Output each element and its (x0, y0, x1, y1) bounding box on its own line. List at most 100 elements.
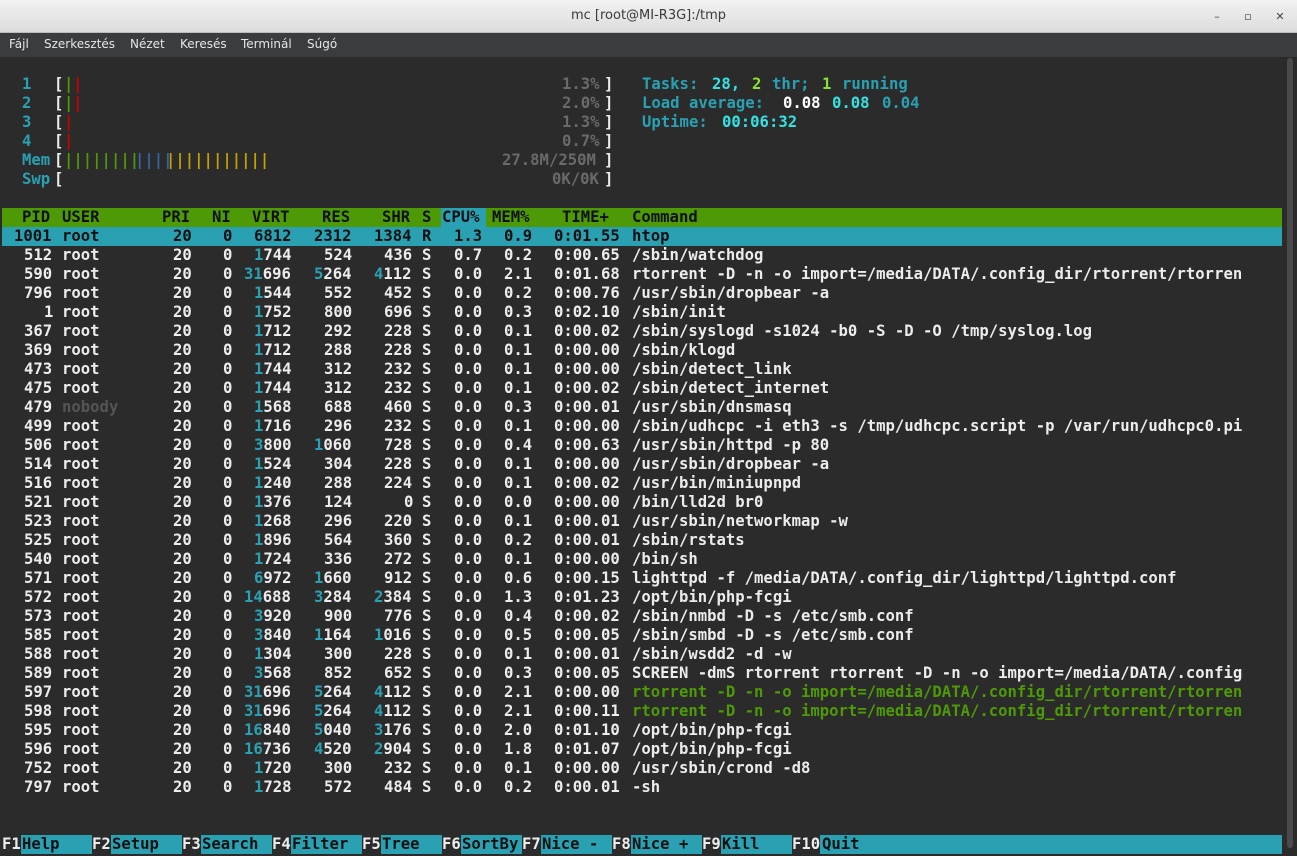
fkey-search-button[interactable]: F3 Search (182, 835, 282, 854)
col-virt[interactable]: VIRT (252, 208, 290, 227)
table-row[interactable]: 1001 20 0 6812 2312 1384 1.3 0.9 0:01.55 root Rhto… (2, 227, 1282, 246)
fkey-filter-button[interactable]: F4 Filter (272, 835, 372, 854)
table-row[interactable]: 525 20 0 1896 564 360 0.0 0.2 0:00.01 root S/sbin/… (2, 531, 1282, 550)
fkey-help-button[interactable]: F1 Help (2, 835, 102, 854)
table-row[interactable]: 585 20 0 3840 1164 1016 0.0 0.5 0:00.05 root S/sbi… (2, 626, 1282, 645)
cell-cpu: 0.0 (454, 493, 483, 511)
table-row[interactable]: 595 20 0 16840 5040 3176 0.0 2.0 0:01.10 root S/op… (2, 721, 1282, 740)
close-icon[interactable]: ✕ (1273, 10, 1287, 24)
cell-command: /usr/sbin/dropbear -a (632, 455, 830, 473)
col-command[interactable]: Command (632, 208, 698, 227)
col-time[interactable]: TIME+ (562, 208, 609, 227)
cell-command: lighttpd -f /media/DATA/.config_dir/ligh… (632, 569, 1177, 587)
menu-search[interactable]: Keresés (180, 37, 227, 51)
terminal-scrollbar[interactable] (1287, 58, 1293, 848)
col-res[interactable]: RES (322, 208, 350, 227)
menu-help[interactable]: Súgó (307, 37, 337, 51)
cell-cpu: 0.0 (454, 474, 483, 492)
col-state[interactable]: S (422, 208, 431, 227)
cell-ni: 0 (223, 607, 233, 625)
table-row[interactable]: 499 20 0 1716 296 232 0.0 0.1 0:00.00 root S/sbin/… (2, 417, 1282, 436)
fkey-kill-button[interactable]: F9 Kill (702, 835, 802, 854)
table-row[interactable]: 597 20 0 31696 5264 4112 0.0 2.1 0:00.00 root Srto… (2, 683, 1282, 702)
maximize-icon[interactable]: ▫ (1241, 10, 1255, 24)
cell-time: 0:00.00 (554, 550, 620, 568)
cell-shr: 652 (384, 664, 413, 682)
cell-user: root (62, 645, 100, 663)
cell-ni: 0 (223, 721, 233, 739)
table-row[interactable]: 571 20 0 6972 1660 912 0.0 0.6 0:00.15 root Slight… (2, 569, 1282, 588)
fkey-label: SortBy (462, 835, 519, 853)
column-headers[interactable]: PID USER PRI NI VIRT RES SHR S CPU% MEM%… (2, 208, 1282, 227)
menu-edit[interactable]: Szerkesztés (44, 37, 115, 51)
col-pri[interactable]: PRI (162, 208, 190, 227)
table-row[interactable]: 521 20 0 1376 124 0 0.0 0.0 0:00.00 root S/bin/lld… (2, 493, 1282, 512)
fkey-nice-button[interactable]: F8 Nice + (612, 835, 712, 854)
col-user[interactable]: USER (62, 208, 100, 227)
table-row[interactable]: 367 20 0 1712 292 228 0.0 0.1 0:00.02 root S/sbin/… (2, 322, 1282, 341)
cell-time: 0:00.65 (554, 246, 620, 264)
table-row[interactable]: 514 20 0 1524 304 228 0.0 0.1 0:00.00 root S/usr/s… (2, 455, 1282, 474)
cell-pid: 598 (24, 702, 53, 720)
cell-res: 5264 (314, 683, 352, 701)
cell-shr: 228 (384, 322, 413, 340)
col-mem[interactable]: MEM% (492, 208, 530, 227)
col-ni[interactable]: NI (212, 208, 231, 227)
menu-terminal[interactable]: Terminál (241, 37, 292, 51)
load-average-line: Load average: 0.08 0.08 0.04 (642, 94, 920, 112)
table-row[interactable]: 590 20 0 31696 5264 4112 0.0 2.1 0:01.68 root Srto… (2, 265, 1282, 284)
cell-mem: 0.9 (504, 227, 533, 245)
table-row[interactable]: 475 20 0 1744 312 232 0.0 0.1 0:00.02 root S/sbin/… (2, 379, 1282, 398)
table-row[interactable]: 1 20 0 1752 800 696 0.0 0.3 0:02.10 root S/sbin/in… (2, 303, 1282, 322)
table-row[interactable]: 589 20 0 3568 852 652 0.0 0.3 0:00.05 root S SCREEN… (2, 664, 1282, 683)
cell-pri: 20 (173, 379, 192, 397)
table-row[interactable]: 596 20 0 16736 4520 2904 0.0 1.8 0:01.07 root S/op… (2, 740, 1282, 759)
cell-command: rtorrent -D -n -o import=/media/DATA/.co… (632, 265, 1243, 283)
table-row[interactable]: 512 20 0 1744 524 436 0.7 0.2 0:00.65 root S/sbin/… (2, 246, 1282, 265)
cell-res: 312 (324, 360, 353, 378)
menu-view[interactable]: Nézet (130, 37, 165, 51)
cell-shr: 1016 (374, 626, 412, 644)
fkey-nice-button[interactable]: F7 Nice - (522, 835, 622, 854)
cell-state: S (422, 531, 432, 549)
fkey-label: Nice - (542, 835, 599, 853)
col-pid[interactable]: PID (22, 208, 50, 227)
cell-shr: 728 (384, 436, 413, 454)
table-row[interactable]: 573 20 0 3920 900 776 0.0 0.4 0:00.02 root S/sbin/… (2, 607, 1282, 626)
table-row[interactable]: 523 20 0 1268 296 220 0.0 0.1 0:00.01 root S/usr/s… (2, 512, 1282, 531)
table-row[interactable]: 598 20 0 31696 5264 4112 0.0 2.1 0:00.11 root Srto… (2, 702, 1282, 721)
table-row[interactable]: 797 20 0 1728 572 484 0.0 0.2 0:00.01 root S -sh (2, 778, 1282, 797)
cell-state: R (422, 227, 432, 245)
col-shr[interactable]: SHR (382, 208, 410, 227)
cell-state: S (422, 284, 432, 302)
table-row[interactable]: 572 20 0 14688 3284 2384 0.0 1.3 0:01.23 root S/op… (2, 588, 1282, 607)
cell-ni: 0 (223, 664, 233, 682)
cell-state: S (422, 721, 432, 739)
cell-pid: 752 (24, 759, 53, 777)
menu-file[interactable]: Fájl (9, 37, 29, 51)
col-cpu[interactable]: CPU% (442, 208, 480, 227)
cell-state: S (422, 436, 432, 454)
table-row[interactable]: 540 20 0 1724 336 272 0.0 0.1 0:00.00 root S/bin/s… (2, 550, 1282, 569)
table-row[interactable]: 796 20 0 1544 552 452 0.0 0.2 0:00.76 root S/usr/s… (2, 284, 1282, 303)
table-row[interactable]: 479 20 0 1568 688 460 0.0 0.3 0:00.01 nobody S/usr… (2, 398, 1282, 417)
minimize-icon[interactable]: – (1210, 10, 1224, 24)
cell-ni: 0 (223, 474, 233, 492)
cell-time: 0:00.15 (554, 569, 620, 587)
cell-ni: 0 (223, 702, 233, 720)
table-row[interactable]: 473 20 0 1744 312 232 0.0 0.1 0:00.00 root S/sbin/… (2, 360, 1282, 379)
cell-ni: 0 (223, 341, 233, 359)
table-row[interactable]: 588 20 0 1304 300 228 0.0 0.1 0:00.01 root S/sbin/… (2, 645, 1282, 664)
table-row[interactable]: 752 20 0 1720 300 232 0.0 0.1 0:00.00 root S/usr/s… (2, 759, 1282, 778)
table-row[interactable]: 506 20 0 3800 1060 728 0.0 0.4 0:00.63 root S/usr/… (2, 436, 1282, 455)
cell-pid: 585 (24, 626, 53, 644)
cell-time: 0:00.00 (554, 455, 620, 473)
table-row[interactable]: 369 20 0 1712 288 228 0.0 0.1 0:00.00 root S/sbin/… (2, 341, 1282, 360)
cell-time: 0:02.10 (554, 303, 620, 321)
cell-command: /sbin/detect_link (632, 360, 792, 378)
fkey-quit-button[interactable]: F10 Quit (792, 835, 892, 854)
cell-cpu: 0.0 (454, 379, 483, 397)
cell-pid: 595 (24, 721, 53, 739)
table-row[interactable]: 516 20 0 1240 288 224 0.0 0.1 0:00.02 root S/usr/b… (2, 474, 1282, 493)
fkey-setup-button[interactable]: F2 Setup (92, 835, 192, 854)
